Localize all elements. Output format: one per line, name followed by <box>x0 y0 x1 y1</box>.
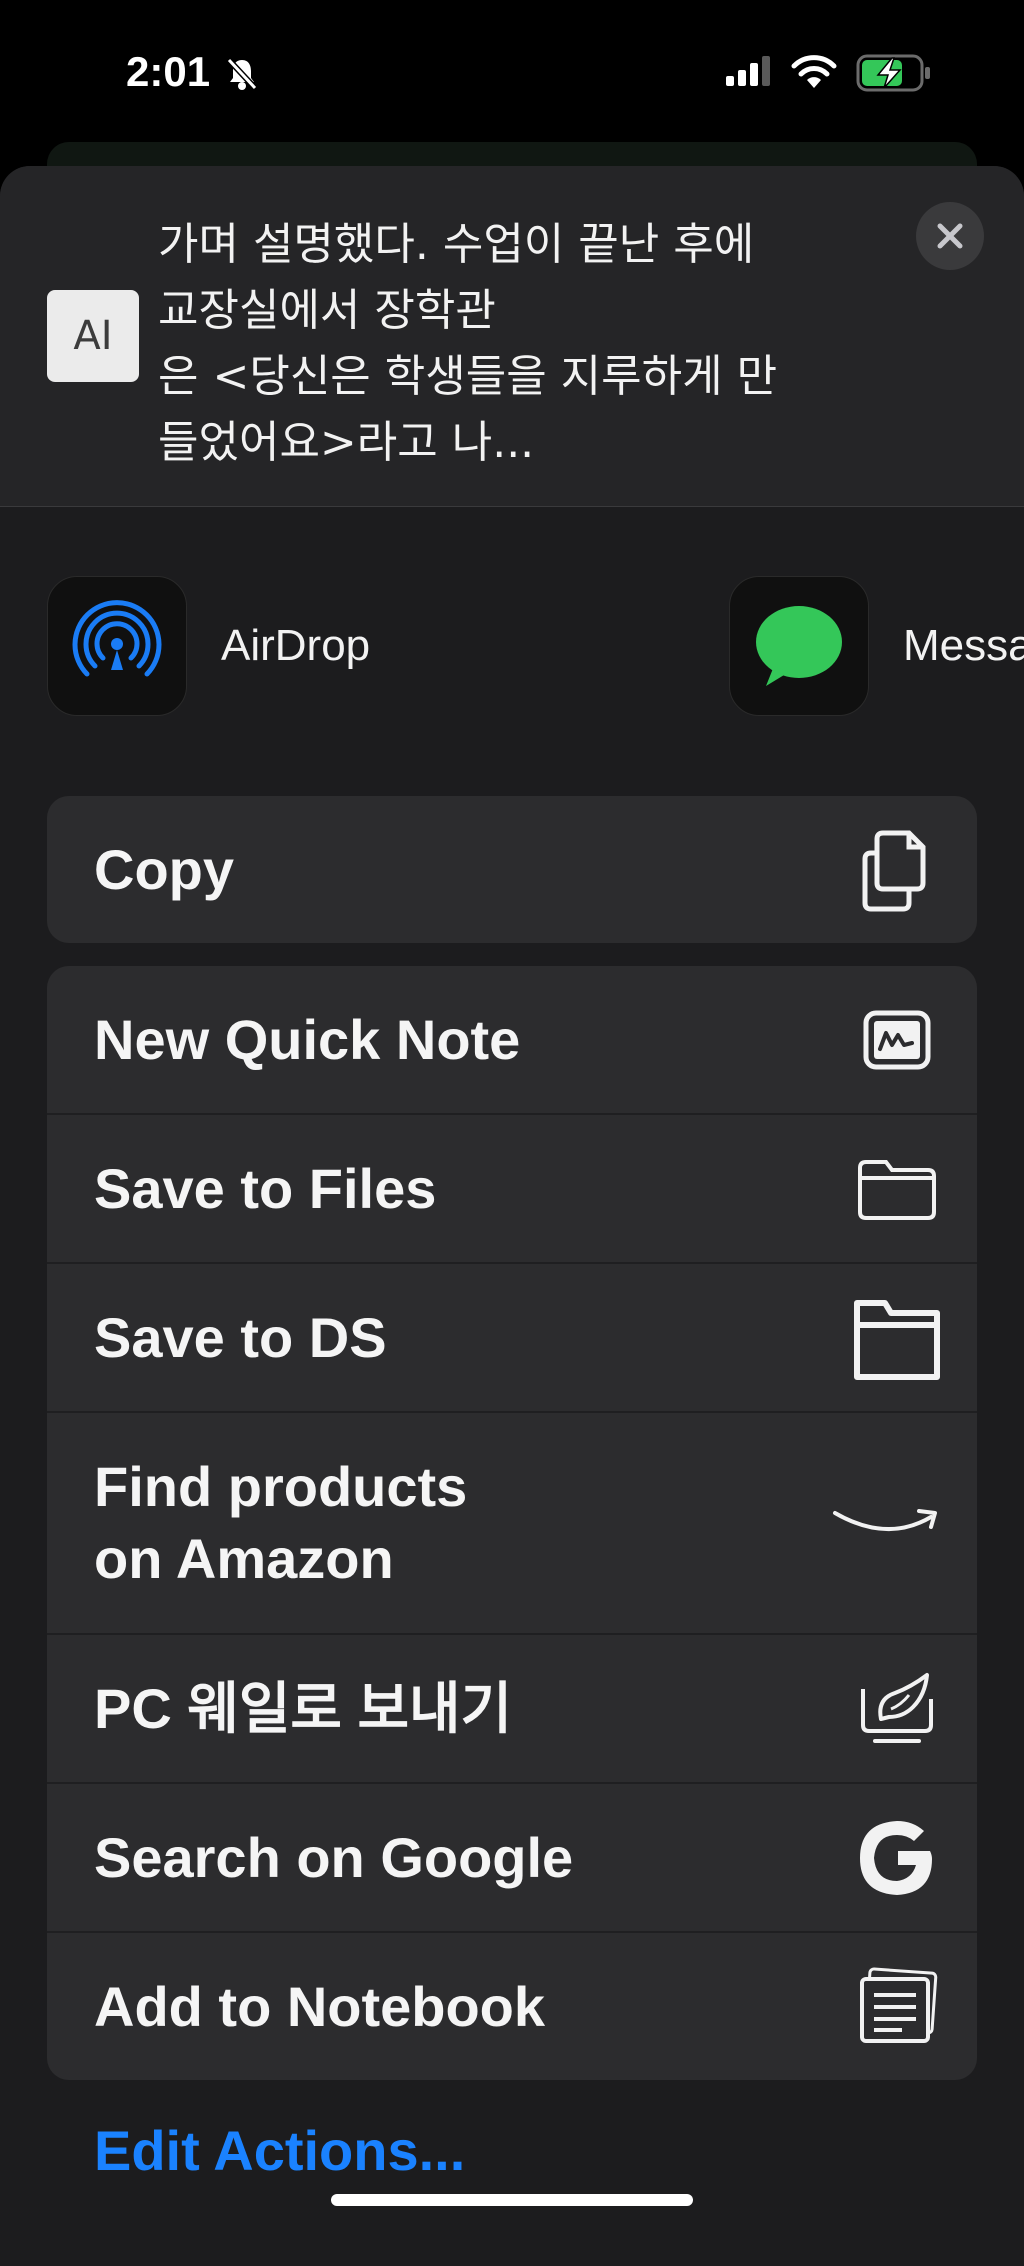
share-preview-header: AI 가며 설명했다. 수업이 끝난 후에 교장실에서 장학관 은 <당신은 학… <box>0 166 1024 507</box>
action-label: Save to DS <box>94 1305 387 1369</box>
amazon-icon <box>827 1473 947 1573</box>
share-app-messages[interactable]: Messages <box>729 576 1024 716</box>
action-label: PC 웨일로 보내기 <box>94 1676 513 1740</box>
folder-ds-icon <box>847 1288 947 1388</box>
messages-icon <box>729 576 869 716</box>
bell-slash-icon <box>226 57 258 91</box>
action-find-products-amazon[interactable]: Find products on Amazon <box>47 1413 977 1635</box>
wifi-icon <box>791 55 837 88</box>
edit-actions-link[interactable]: Edit Actions... <box>94 2118 465 2183</box>
share-sheet: AI 가며 설명했다. 수업이 끝난 후에 교장실에서 장학관 은 <당신은 학… <box>0 166 1024 2266</box>
close-button[interactable] <box>916 202 984 270</box>
whale-icon <box>847 1659 947 1759</box>
battery-charging-icon <box>856 54 930 92</box>
action-group-copy: Copy <box>47 796 977 943</box>
action-add-to-notebook[interactable]: Add to Notebook <box>47 1933 977 2080</box>
folder-icon <box>847 1139 947 1239</box>
share-app-row: AirDrop Messages <box>0 576 1024 726</box>
share-app-airdrop[interactable]: AirDrop <box>47 576 370 716</box>
cellular-signal-icon <box>726 56 770 86</box>
action-label: Copy <box>94 837 234 901</box>
action-label: Find products on Amazon <box>94 1455 468 1590</box>
share-app-label: Messages <box>903 621 1024 670</box>
action-save-to-ds[interactable]: Save to DS <box>47 1264 977 1413</box>
action-label: Add to Notebook <box>94 1974 546 2038</box>
share-app-label: AirDrop <box>221 621 371 670</box>
close-icon <box>937 223 963 249</box>
action-new-quick-note[interactable]: New Quick Note <box>47 966 977 1115</box>
preview-text: 가며 설명했다. 수업이 끝난 후에 교장실에서 장학관 은 <당신은 학생들을… <box>158 219 778 468</box>
quick-note-icon <box>847 990 947 1090</box>
action-save-to-files[interactable]: Save to Files <box>47 1115 977 1264</box>
action-label: New Quick Note <box>94 1007 521 1071</box>
action-label: Save to Files <box>94 1156 437 1220</box>
text-document-icon: AI <box>47 290 139 382</box>
action-search-google[interactable]: Search on Google <box>47 1784 977 1933</box>
home-indicator[interactable] <box>331 2194 693 2206</box>
copy-icon <box>847 820 947 920</box>
action-send-to-whale[interactable]: PC 웨일로 보내기 <box>47 1635 977 1784</box>
airdrop-icon <box>47 576 187 716</box>
action-label: Search on Google <box>94 1825 574 1889</box>
status-time: 2:01 <box>126 48 211 95</box>
google-icon <box>847 1808 947 1908</box>
action-copy[interactable]: Copy <box>47 796 977 943</box>
status-bar: 2:01 <box>0 0 1024 150</box>
notebook-icon <box>847 1957 947 2057</box>
action-group-main: New Quick Note Save to Files Save to DS <box>47 966 977 2080</box>
